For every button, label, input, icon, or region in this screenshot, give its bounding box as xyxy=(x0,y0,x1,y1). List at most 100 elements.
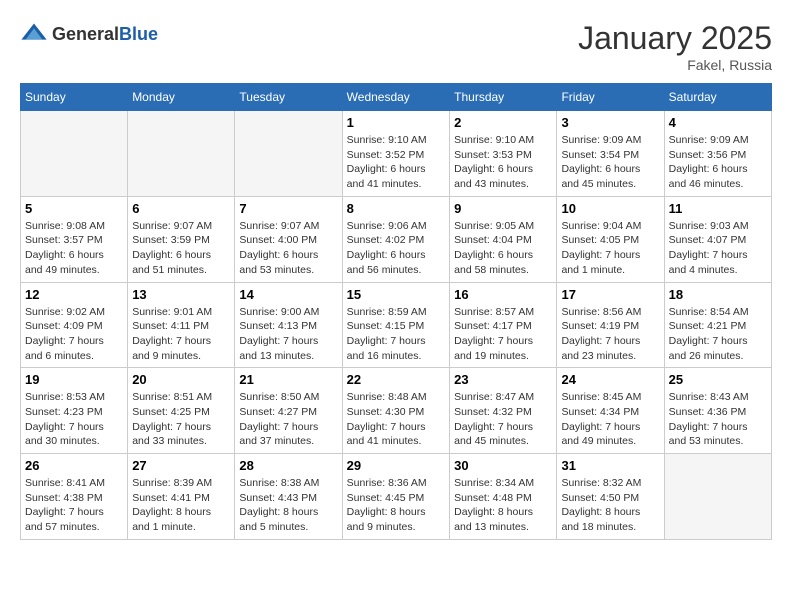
day-number: 25 xyxy=(669,372,767,387)
day-number: 24 xyxy=(561,372,659,387)
calendar-day-cell: 14Sunrise: 9:00 AMSunset: 4:13 PMDayligh… xyxy=(235,282,342,368)
calendar-day-cell: 1Sunrise: 9:10 AMSunset: 3:52 PMDaylight… xyxy=(342,111,450,197)
calendar-day-cell: 6Sunrise: 9:07 AMSunset: 3:59 PMDaylight… xyxy=(128,196,235,282)
weekday-header: Sunday xyxy=(21,84,128,111)
day-info: Sunrise: 9:05 AMSunset: 4:04 PMDaylight:… xyxy=(454,219,552,278)
day-info: Sunrise: 8:41 AMSunset: 4:38 PMDaylight:… xyxy=(25,476,123,535)
calendar-day-cell: 4 Sunrise: 9:09 AMSunset: 3:56 PMDaylight… xyxy=(664,111,771,197)
calendar-day-cell: 17 Sunrise: 8:56 AMSunset: 4:19 PMDayligh… xyxy=(557,282,664,368)
logo-icon xyxy=(20,20,48,48)
calendar-day-cell: 29Sunrise: 8:36 AMSunset: 4:45 PMDayligh… xyxy=(342,454,450,540)
calendar-day-cell: 5Sunrise: 9:08 AMSunset: 3:57 PMDaylight… xyxy=(21,196,128,282)
day-info: Sunrise: 8:48 AMSunset: 4:30 PMDaylight:… xyxy=(347,390,446,449)
day-number: 27 xyxy=(132,458,230,473)
day-number: 9 xyxy=(454,201,552,216)
calendar-day-cell: 26 Sunrise: 8:41 AMSunset: 4:38 PMDayligh… xyxy=(21,454,128,540)
day-info: Sunrise: 9:04 AMSunset: 4:05 PMDaylight:… xyxy=(561,219,659,278)
day-number: 12 xyxy=(25,287,123,302)
calendar-day-cell: 23 Sunrise: 8:47 AMSunset: 4:32 PMDayligh… xyxy=(450,368,557,454)
day-number: 7 xyxy=(239,201,337,216)
day-number: 15 xyxy=(347,287,446,302)
logo-blue: Blue xyxy=(119,24,158,44)
day-info: Sunrise: 9:02 AMSunset: 4:09 PMDaylight:… xyxy=(25,305,123,364)
day-info: Sunrise: 9:09 AMSunset: 3:54 PMDaylight:… xyxy=(561,133,659,192)
day-info: Sunrise: 9:09 AMSunset: 3:56 PMDaylight:… xyxy=(669,133,767,192)
day-info: Sunrise: 8:45 AMSunset: 4:34 PMDaylight:… xyxy=(561,390,659,449)
calendar-day-cell xyxy=(128,111,235,197)
logo: GeneralBlue xyxy=(20,20,158,48)
logo-text: GeneralBlue xyxy=(52,24,158,45)
calendar-week-row: 5Sunrise: 9:08 AMSunset: 3:57 PMDaylight… xyxy=(21,196,772,282)
day-info: Sunrise: 8:53 AMSunset: 4:23 PMDaylight:… xyxy=(25,390,123,449)
day-info: Sunrise: 9:07 AMSunset: 4:00 PMDaylight:… xyxy=(239,219,337,278)
day-info: Sunrise: 8:56 AMSunset: 4:19 PMDaylight:… xyxy=(561,305,659,364)
day-number: 16 xyxy=(454,287,552,302)
calendar-table: SundayMondayTuesdayWednesdayThursdayFrid… xyxy=(20,83,772,540)
weekday-header: Saturday xyxy=(664,84,771,111)
day-number: 28 xyxy=(239,458,337,473)
day-number: 19 xyxy=(25,372,123,387)
day-number: 14 xyxy=(239,287,337,302)
day-number: 4 xyxy=(669,115,767,130)
calendar-week-row: 12 Sunrise: 9:02 AMSunset: 4:09 PMDayligh… xyxy=(21,282,772,368)
calendar-day-cell: 30 Sunrise: 8:34 AMSunset: 4:48 PMDayligh… xyxy=(450,454,557,540)
day-info: Sunrise: 8:43 AMSunset: 4:36 PMDaylight:… xyxy=(669,390,767,449)
weekday-header: Tuesday xyxy=(235,84,342,111)
day-info: Sunrise: 9:06 AMSunset: 4:02 PMDaylight:… xyxy=(347,219,446,278)
day-number: 6 xyxy=(132,201,230,216)
month-title: January 2025 xyxy=(578,20,772,57)
calendar-day-cell: 20Sunrise: 8:51 AMSunset: 4:25 PMDayligh… xyxy=(128,368,235,454)
page-header: GeneralBlue January 2025 Fakel, Russia xyxy=(20,20,772,73)
day-info: Sunrise: 9:01 AMSunset: 4:11 PMDaylight:… xyxy=(132,305,230,364)
day-info: Sunrise: 8:47 AMSunset: 4:32 PMDaylight:… xyxy=(454,390,552,449)
day-info: Sunrise: 9:03 AMSunset: 4:07 PMDaylight:… xyxy=(669,219,767,278)
calendar-day-cell: 28Sunrise: 8:38 AMSunset: 4:43 PMDayligh… xyxy=(235,454,342,540)
weekday-header: Wednesday xyxy=(342,84,450,111)
day-info: Sunrise: 8:59 AMSunset: 4:15 PMDaylight:… xyxy=(347,305,446,364)
day-number: 1 xyxy=(347,115,446,130)
calendar-header-row: SundayMondayTuesdayWednesdayThursdayFrid… xyxy=(21,84,772,111)
logo-general: General xyxy=(52,24,119,44)
day-number: 26 xyxy=(25,458,123,473)
day-number: 2 xyxy=(454,115,552,130)
day-number: 29 xyxy=(347,458,446,473)
calendar-day-cell: 15 Sunrise: 8:59 AMSunset: 4:15 PMDayligh… xyxy=(342,282,450,368)
calendar-day-cell: 2 Sunrise: 9:10 AMSunset: 3:53 PMDaylight… xyxy=(450,111,557,197)
day-info: Sunrise: 9:08 AMSunset: 3:57 PMDaylight:… xyxy=(25,219,123,278)
calendar-week-row: 19 Sunrise: 8:53 AMSunset: 4:23 PMDayligh… xyxy=(21,368,772,454)
calendar-day-cell: 21Sunrise: 8:50 AMSunset: 4:27 PMDayligh… xyxy=(235,368,342,454)
weekday-header: Thursday xyxy=(450,84,557,111)
calendar-day-cell xyxy=(235,111,342,197)
calendar-day-cell: 12 Sunrise: 9:02 AMSunset: 4:09 PMDayligh… xyxy=(21,282,128,368)
day-number: 23 xyxy=(454,372,552,387)
calendar-day-cell: 31 Sunrise: 8:32 AMSunset: 4:50 PMDayligh… xyxy=(557,454,664,540)
calendar-day-cell: 19 Sunrise: 8:53 AMSunset: 4:23 PMDayligh… xyxy=(21,368,128,454)
day-number: 20 xyxy=(132,372,230,387)
day-number: 3 xyxy=(561,115,659,130)
calendar-day-cell: 11 Sunrise: 9:03 AMSunset: 4:07 PMDayligh… xyxy=(664,196,771,282)
day-number: 30 xyxy=(454,458,552,473)
day-number: 31 xyxy=(561,458,659,473)
calendar-day-cell: 7 Sunrise: 9:07 AMSunset: 4:00 PMDaylight… xyxy=(235,196,342,282)
calendar-day-cell: 18 Sunrise: 8:54 AMSunset: 4:21 PMDayligh… xyxy=(664,282,771,368)
calendar-day-cell: 27Sunrise: 8:39 AMSunset: 4:41 PMDayligh… xyxy=(128,454,235,540)
day-number: 11 xyxy=(669,201,767,216)
calendar-day-cell: 8Sunrise: 9:06 AMSunset: 4:02 PMDaylight… xyxy=(342,196,450,282)
day-info: Sunrise: 9:10 AMSunset: 3:53 PMDaylight:… xyxy=(454,133,552,192)
day-number: 17 xyxy=(561,287,659,302)
calendar-day-cell: 25 Sunrise: 8:43 AMSunset: 4:36 PMDayligh… xyxy=(664,368,771,454)
weekday-header: Monday xyxy=(128,84,235,111)
calendar-day-cell: 9 Sunrise: 9:05 AMSunset: 4:04 PMDaylight… xyxy=(450,196,557,282)
weekday-header: Friday xyxy=(557,84,664,111)
calendar-week-row: 26 Sunrise: 8:41 AMSunset: 4:38 PMDayligh… xyxy=(21,454,772,540)
day-info: Sunrise: 8:32 AMSunset: 4:50 PMDaylight:… xyxy=(561,476,659,535)
calendar-day-cell xyxy=(664,454,771,540)
day-info: Sunrise: 8:34 AMSunset: 4:48 PMDaylight:… xyxy=(454,476,552,535)
day-info: Sunrise: 8:54 AMSunset: 4:21 PMDaylight:… xyxy=(669,305,767,364)
day-number: 18 xyxy=(669,287,767,302)
day-number: 21 xyxy=(239,372,337,387)
calendar-day-cell: 16Sunrise: 8:57 AMSunset: 4:17 PMDayligh… xyxy=(450,282,557,368)
calendar-day-cell: 13 Sunrise: 9:01 AMSunset: 4:11 PMDayligh… xyxy=(128,282,235,368)
day-number: 13 xyxy=(132,287,230,302)
calendar-day-cell xyxy=(21,111,128,197)
